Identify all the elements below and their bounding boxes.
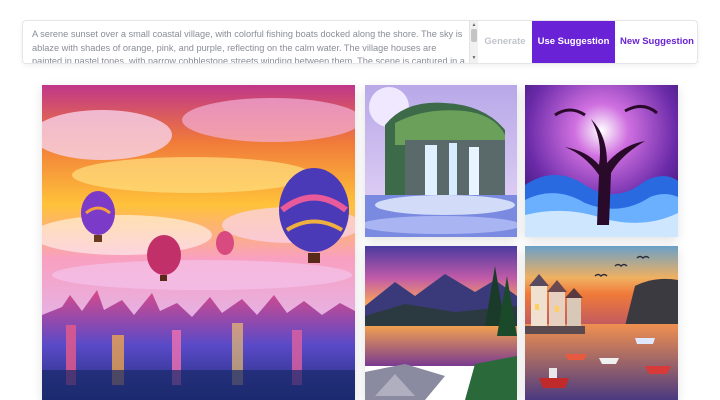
generate-button[interactable]: Generate	[478, 21, 532, 63]
tree-painting	[525, 85, 678, 237]
gallery-image-balloons[interactable]	[42, 85, 355, 400]
new-suggestion-button[interactable]: New Suggestion	[615, 21, 697, 63]
gallery-image-harbor[interactable]	[525, 246, 678, 400]
scroll-up-arrow-icon[interactable]: ▲	[470, 22, 478, 29]
harbor-painting	[525, 246, 678, 400]
waterfall-painting	[365, 85, 517, 237]
prompt-bar: A serene sunset over a small coastal vil…	[22, 20, 698, 64]
prompt-textarea[interactable]: A serene sunset over a small coastal vil…	[23, 21, 469, 63]
gallery-image-tree[interactable]	[525, 85, 678, 237]
lake-painting	[365, 246, 517, 400]
balloons-painting	[42, 85, 355, 400]
gallery-image-lake[interactable]	[365, 246, 517, 400]
prompt-scrollbar[interactable]: ▲ ▼	[469, 21, 478, 63]
gallery-image-waterfall[interactable]	[365, 85, 517, 237]
use-suggestion-button[interactable]: Use Suggestion	[532, 21, 615, 63]
scroll-down-arrow-icon[interactable]: ▼	[470, 55, 478, 62]
scroll-thumb[interactable]	[471, 29, 477, 42]
